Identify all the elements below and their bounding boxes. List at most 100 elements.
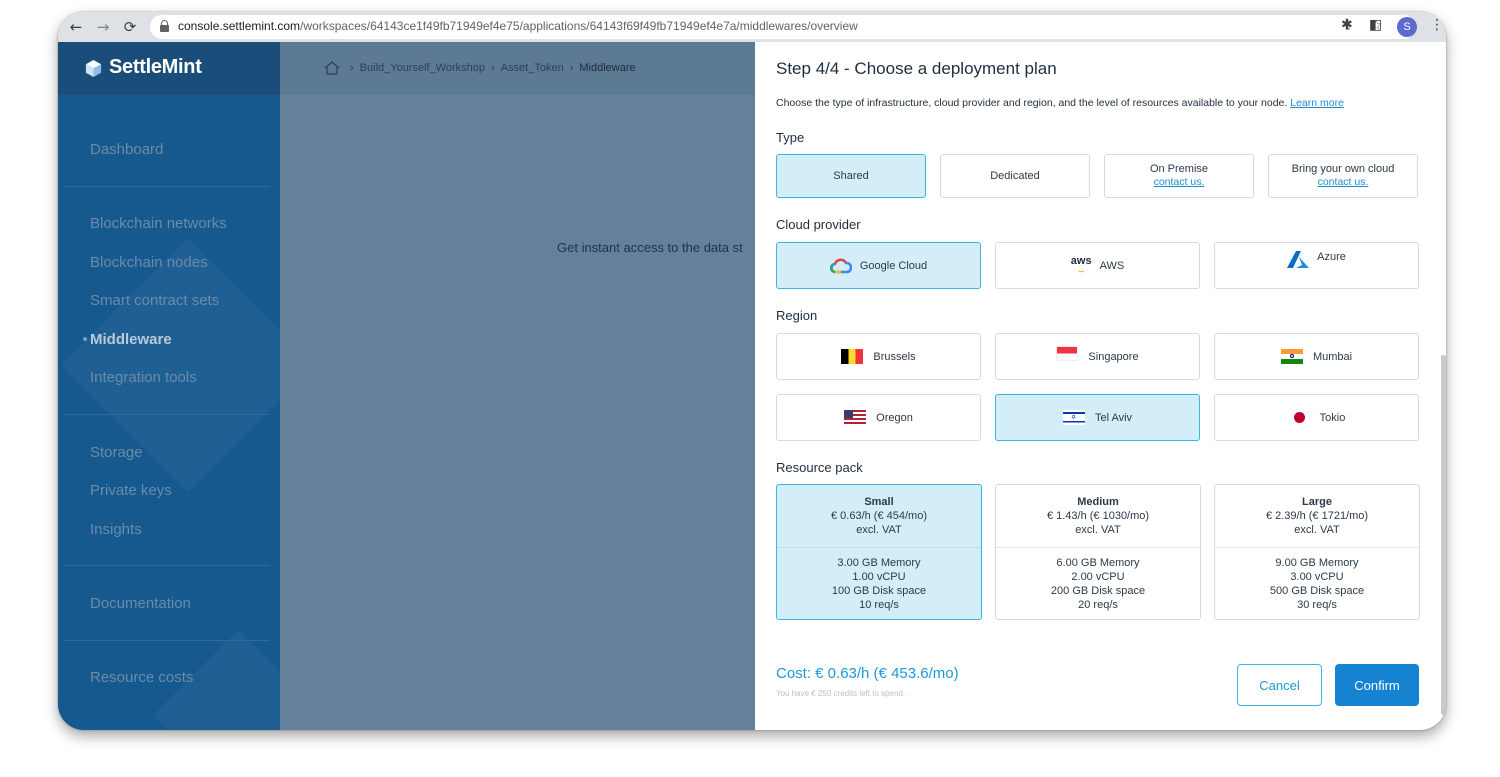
israel-flag-icon: ✡ <box>1062 410 1085 425</box>
region-brussels-option[interactable]: Brussels <box>776 333 981 380</box>
logo[interactable]: SettleMint <box>58 42 280 95</box>
side-panel-icon[interactable]: ◧ <box>1369 17 1382 33</box>
region-tokio-option[interactable]: Tokio <box>1214 394 1419 441</box>
pack-rate: 20 req/s <box>1078 599 1118 611</box>
cost-summary: Cost: € 0.63/h (€ 453.6/mo) <box>776 665 959 682</box>
pack-name: Large <box>1302 496 1332 508</box>
pack-disk: 200 GB Disk space <box>1050 585 1146 597</box>
sidebar-item-insights[interactable]: Insights <box>90 521 142 538</box>
home-icon[interactable] <box>324 61 340 75</box>
deployment-plan-panel: Step 4/4 - Choose a deployment plan Choo… <box>755 42 1446 730</box>
profile-avatar[interactable]: S <box>1397 17 1417 37</box>
pack-disk: 100 GB Disk space <box>831 585 927 597</box>
app: SettleMint › Build_Yourself_Workshop › A… <box>58 42 1446 730</box>
region-mumbai-option[interactable]: Mumbai <box>1214 333 1419 380</box>
cancel-button[interactable]: Cancel <box>1237 664 1322 706</box>
option-label: Dedicated <box>990 170 1040 182</box>
sidebar-item-private-keys[interactable]: Private keys <box>90 482 172 499</box>
region-oregon-option[interactable]: Oregon <box>776 394 981 441</box>
india-flag-icon <box>1280 349 1303 364</box>
pack-memory: 6.00 GB Memory <box>1056 557 1140 569</box>
lock-icon <box>160 20 169 32</box>
belgium-flag-icon <box>841 349 864 364</box>
type-on-premise-option[interactable]: On Premise contact us. <box>1104 154 1254 198</box>
type-dedicated-option[interactable]: Dedicated <box>940 154 1090 198</box>
sidebar-item-blockchain-networks[interactable]: Blockchain networks <box>90 215 227 232</box>
sidebar-item-documentation[interactable]: Documentation <box>90 595 191 612</box>
panel-description: Choose the type of infrastructure, cloud… <box>776 97 1344 109</box>
sidebar: Dashboard Blockchain networks Blockchain… <box>58 95 280 730</box>
sidebar-item-dashboard[interactable]: Dashboard <box>90 141 163 158</box>
option-label: AWS <box>1099 259 1125 272</box>
option-label: Tokio <box>1319 411 1346 424</box>
option-label: Brussels <box>873 350 916 363</box>
google-cloud-icon <box>829 258 852 273</box>
content-intro-text: Get instant access to the data st <box>557 240 743 255</box>
pack-name: Small <box>864 496 894 508</box>
breadcrumb-workspace[interactable]: Build_Yourself_Workshop <box>360 62 485 74</box>
type-shared-option[interactable]: Shared <box>776 154 926 198</box>
pack-memory: 3.00 GB Memory <box>837 557 921 569</box>
azure-icon <box>1287 251 1310 268</box>
address-bar[interactable]: console.settlemint.com/workspaces/64143c… <box>150 15 1416 39</box>
menu-kebab-icon[interactable]: ⋮ <box>1430 17 1444 33</box>
type-byoc-option[interactable]: Bring your own cloud contact us. <box>1268 154 1418 198</box>
type-label: Type <box>776 130 805 145</box>
breadcrumb-separator: › <box>350 62 354 74</box>
sidebar-item-resource-costs[interactable]: Resource costs <box>90 669 193 686</box>
settlemint-logo-icon <box>85 59 102 78</box>
pack-price: € 1.43/h (€ 1030/mo) <box>1046 510 1150 522</box>
provider-google-cloud-option[interactable]: Google Cloud <box>776 242 981 289</box>
url-text: console.settlemint.com/workspaces/64143c… <box>178 19 858 33</box>
pack-cpu: 3.00 vCPU <box>1290 571 1344 583</box>
back-icon[interactable]: ← <box>66 17 86 37</box>
option-label: Shared <box>833 170 869 182</box>
active-indicator-dot <box>83 337 87 341</box>
option-label: Azure <box>1317 251 1346 263</box>
brand-name: SettleMint <box>109 56 202 78</box>
region-tel-aviv-option[interactable]: ✡ Tel Aviv <box>995 394 1200 441</box>
panel-title: Step 4/4 - Choose a deployment plan <box>776 59 1057 78</box>
breadcrumb-application[interactable]: Asset_Token <box>501 62 564 74</box>
pack-rate: 10 req/s <box>859 599 899 611</box>
reload-icon[interactable]: ⟳ <box>120 17 140 37</box>
option-label: On Premise <box>1149 163 1209 175</box>
screenshot-frame: ← → ⟳ console.settlemint.com/workspaces/… <box>58 12 1446 730</box>
sidebar-divider <box>64 640 270 641</box>
confirm-button[interactable]: Confirm <box>1335 664 1419 706</box>
provider-azure-option[interactable]: Azure <box>1214 242 1419 289</box>
sidebar-item-smart-contract-sets[interactable]: Smart contract sets <box>90 292 219 309</box>
sidebar-item-integration-tools[interactable]: Integration tools <box>90 369 197 386</box>
forward-icon[interactable]: → <box>93 17 113 37</box>
panel-description-text: Choose the type of infrastructure, cloud… <box>776 97 1288 109</box>
pack-vat: excl. VAT <box>856 524 902 536</box>
contact-us-link[interactable]: contact us. <box>1292 176 1395 189</box>
cloud-provider-label: Cloud provider <box>776 217 861 232</box>
pack-vat: excl. VAT <box>1075 524 1121 536</box>
resource-pack-large[interactable]: Large € 2.39/h (€ 1721/mo) excl. VAT 9.0… <box>1214 484 1420 620</box>
breadcrumb-separator: › <box>491 62 495 74</box>
pack-cpu: 1.00 vCPU <box>852 571 906 583</box>
sidebar-item-storage[interactable]: Storage <box>90 444 143 461</box>
sidebar-item-blockchain-nodes[interactable]: Blockchain nodes <box>90 254 208 271</box>
singapore-flag-icon <box>1056 346 1079 361</box>
provider-aws-option[interactable]: aws ⌣ AWS <box>995 242 1200 289</box>
panel-scrollbar[interactable] <box>1441 355 1446 715</box>
region-label: Region <box>776 308 818 323</box>
japan-flag-icon <box>1287 410 1310 425</box>
credits-remaining: You have € 250 credits left to spend. <box>776 689 906 698</box>
resource-pack-medium[interactable]: Medium € 1.43/h (€ 1030/mo) excl. VAT 6.… <box>995 484 1201 620</box>
sidebar-item-middleware[interactable]: Middleware <box>90 331 172 348</box>
contact-us-link[interactable]: contact us. <box>1150 176 1208 189</box>
pack-price: € 2.39/h (€ 1721/mo) <box>1265 510 1369 522</box>
option-label: Singapore <box>1088 350 1139 363</box>
resource-pack-small[interactable]: Small € 0.63/h (€ 454/mo) excl. VAT 3.00… <box>776 484 982 620</box>
region-singapore-option[interactable]: Singapore <box>995 333 1200 380</box>
pack-rate: 30 req/s <box>1297 599 1337 611</box>
learn-more-link[interactable]: Learn more <box>1290 97 1344 109</box>
pack-memory: 9.00 GB Memory <box>1275 557 1359 569</box>
sidebar-divider <box>64 414 270 415</box>
extensions-icon[interactable]: ✱ <box>1341 17 1353 33</box>
breadcrumb-separator: › <box>569 62 574 74</box>
pack-vat: excl. VAT <box>1294 524 1340 536</box>
